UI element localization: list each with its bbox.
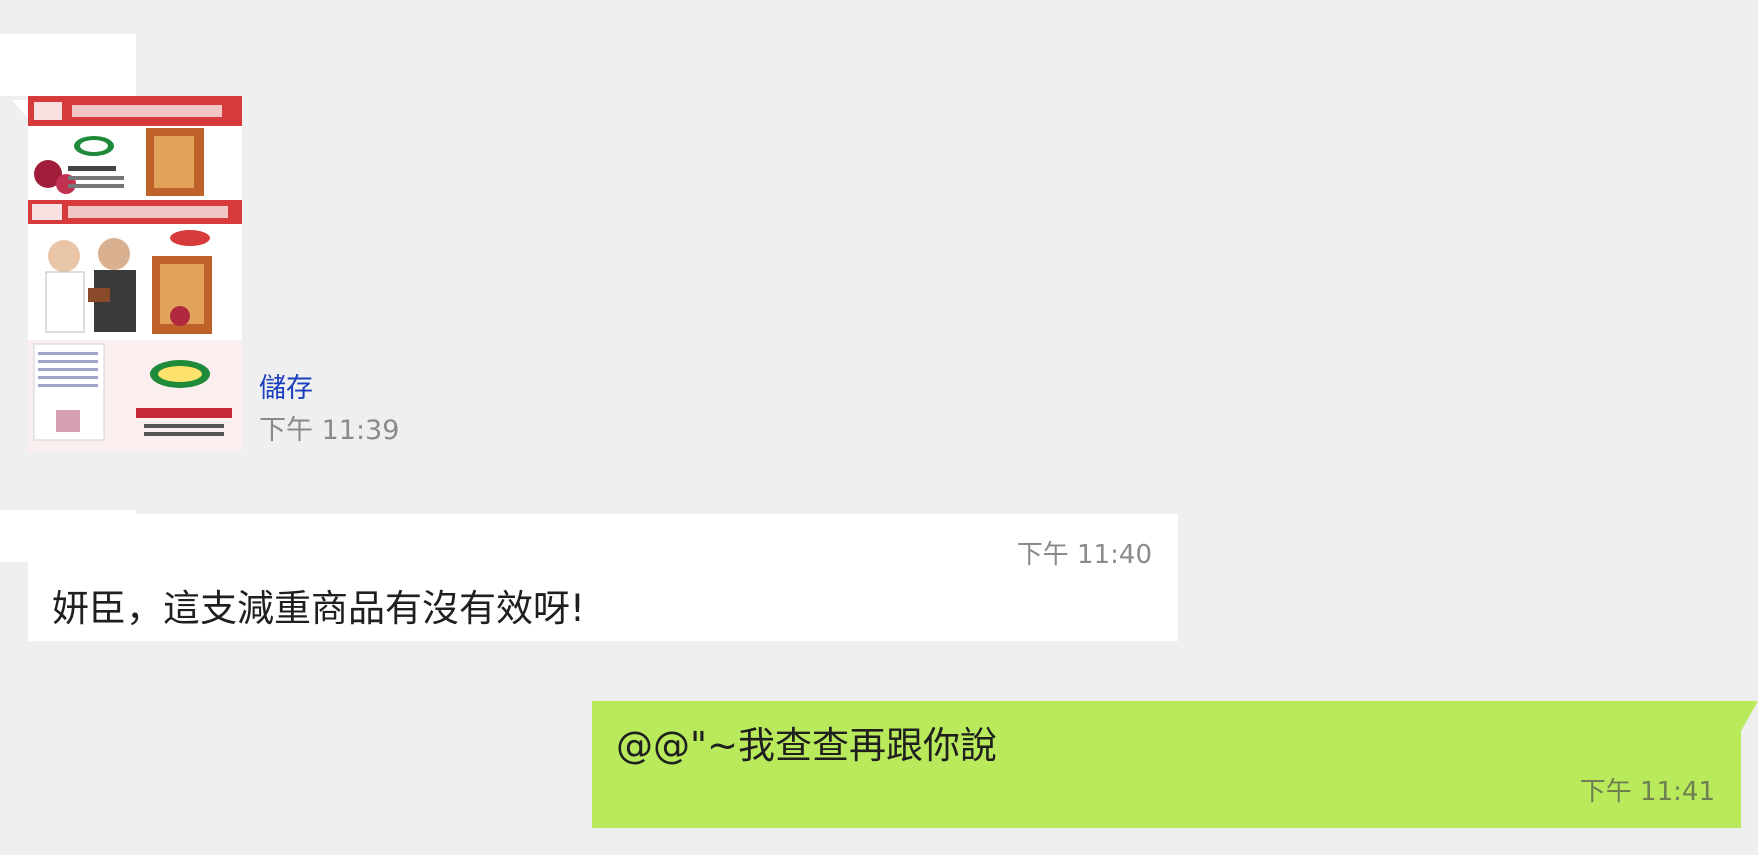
message-timestamp: 下午 11:40 xyxy=(1016,540,1152,570)
message-timestamp: 下午 11:39 xyxy=(259,415,400,446)
message-text: 妍臣，這支減重商品有沒有效呀! xyxy=(52,587,585,630)
outgoing-bubble-tail xyxy=(1741,701,1758,731)
message-text: @@"~我查查再跟你說 xyxy=(616,724,998,767)
incoming-message-bubble[interactable]: 下午 11:40 妍臣，這支減重商品有沒有效呀! xyxy=(28,514,1178,641)
message-timestamp: 下午 11:41 xyxy=(1579,777,1715,807)
save-image-link[interactable]: 儲存 xyxy=(259,366,313,405)
sender-avatar[interactable] xyxy=(0,34,136,96)
product-image[interactable] xyxy=(28,96,242,452)
image-message[interactable] xyxy=(28,96,242,452)
image-bubble-tail xyxy=(12,100,28,118)
outgoing-message-bubble[interactable]: @@"~我查查再跟你說 下午 11:41 xyxy=(592,701,1741,828)
